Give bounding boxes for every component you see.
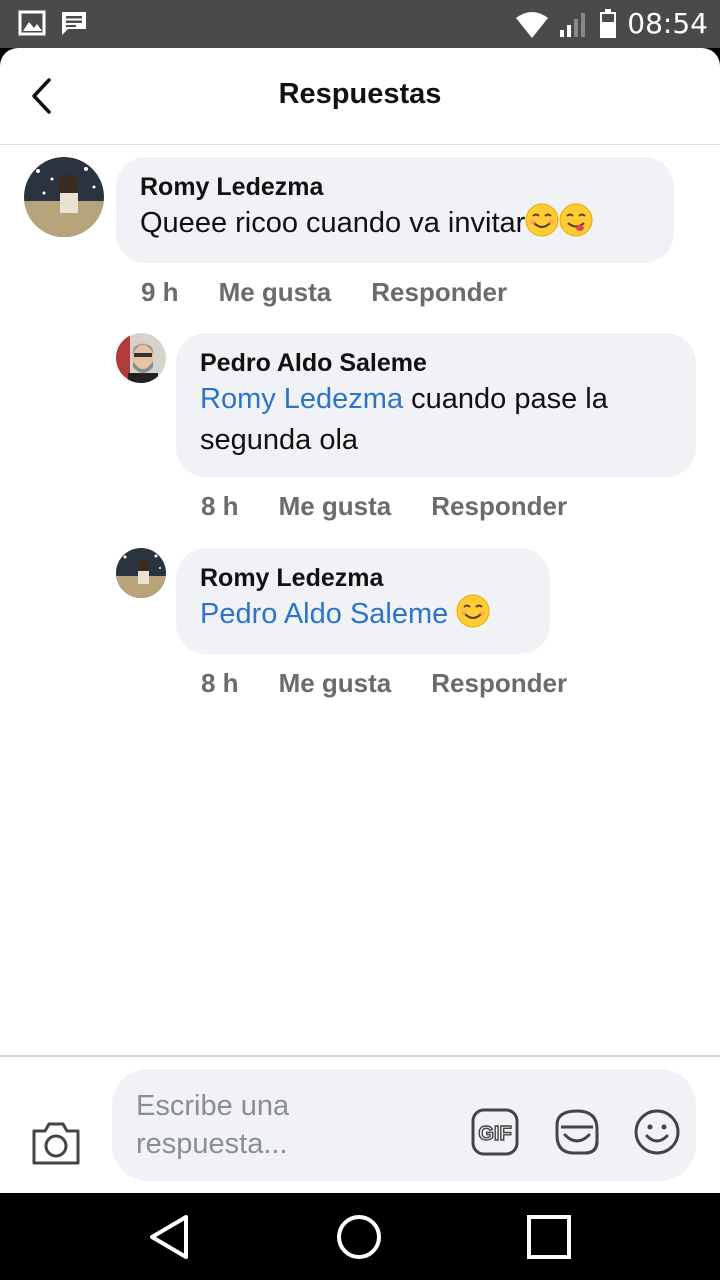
smiling-face-icon xyxy=(456,594,490,628)
comment-time: 8 h xyxy=(201,491,239,521)
wifi-icon xyxy=(516,12,549,38)
reply-composer: Escribe una respuesta... GIF xyxy=(0,1055,720,1193)
page-title: Respuestas xyxy=(278,78,442,110)
home-circle-icon[interactable] xyxy=(335,1213,383,1261)
comment-text: Pedro Aldo Saleme xyxy=(200,594,526,635)
replies-sheet: Respuestas Romy Ledezma Queee ricoo cuan… xyxy=(0,48,720,1193)
like-button[interactable]: Me gusta xyxy=(279,668,392,699)
comment-actions: 8 h Me gusta Responder xyxy=(201,491,607,522)
comment-actions: 8 h Me gusta Responder xyxy=(201,668,607,699)
comment-author[interactable]: Pedro Aldo Saleme xyxy=(200,347,672,379)
like-button[interactable]: Me gusta xyxy=(279,491,392,522)
mention-link[interactable]: Pedro Aldo Saleme xyxy=(200,598,448,630)
avatar[interactable] xyxy=(24,157,104,237)
avatar[interactable] xyxy=(116,333,166,383)
comment-bubble[interactable]: Romy Ledezma Pedro Aldo Saleme xyxy=(176,548,550,654)
status-time: 08:54 xyxy=(627,7,708,40)
reply-placeholder: Escribe una respuesta... xyxy=(136,1090,290,1160)
comment-time: 9 h xyxy=(141,277,179,307)
comment-author[interactable]: Romy Ledezma xyxy=(200,562,526,594)
mention-link[interactable]: Romy Ledezma xyxy=(200,383,403,415)
image-icon xyxy=(18,10,46,36)
status-bar: 08:54 xyxy=(0,0,720,48)
comment-bubble[interactable]: Romy Ledezma Queee ricoo cuando va invit… xyxy=(116,157,674,263)
comment-bubble[interactable]: Pedro Aldo Saleme Romy Ledezma cuando pa… xyxy=(176,333,696,477)
back-triangle-icon[interactable] xyxy=(146,1213,194,1261)
comment-text: Romy Ledezma cuando pase la segunda ola xyxy=(200,383,608,456)
reply-button[interactable]: Responder xyxy=(431,668,567,699)
reply-input[interactable]: Escribe una respuesta... GIF xyxy=(112,1069,696,1181)
comment-text: Queee ricoo cuando va invitar xyxy=(140,203,650,244)
gif-icon[interactable]: GIF xyxy=(470,1107,520,1157)
camera-button[interactable] xyxy=(30,1119,82,1167)
comment-time: 8 h xyxy=(201,668,239,698)
avatar[interactable] xyxy=(116,548,166,598)
emoji-icon[interactable] xyxy=(632,1107,682,1157)
recents-square-icon[interactable] xyxy=(525,1213,573,1261)
smiling-face-icon xyxy=(525,203,559,237)
yum-face-icon xyxy=(559,203,593,237)
sticker-icon[interactable] xyxy=(552,1107,602,1157)
comment-actions: 9 h Me gusta Responder xyxy=(141,277,547,308)
reply-button[interactable]: Responder xyxy=(371,277,507,308)
like-button[interactable]: Me gusta xyxy=(219,277,332,308)
system-nav-bar xyxy=(0,1193,720,1280)
header: Respuestas xyxy=(0,48,720,145)
reply-button[interactable]: Responder xyxy=(431,491,567,522)
svg-text:GIF: GIF xyxy=(478,1123,511,1145)
comment-author[interactable]: Romy Ledezma xyxy=(140,171,650,203)
camera-icon xyxy=(32,1122,80,1165)
battery-icon xyxy=(600,9,617,38)
message-icon xyxy=(62,12,86,35)
signal-icon xyxy=(560,13,586,37)
